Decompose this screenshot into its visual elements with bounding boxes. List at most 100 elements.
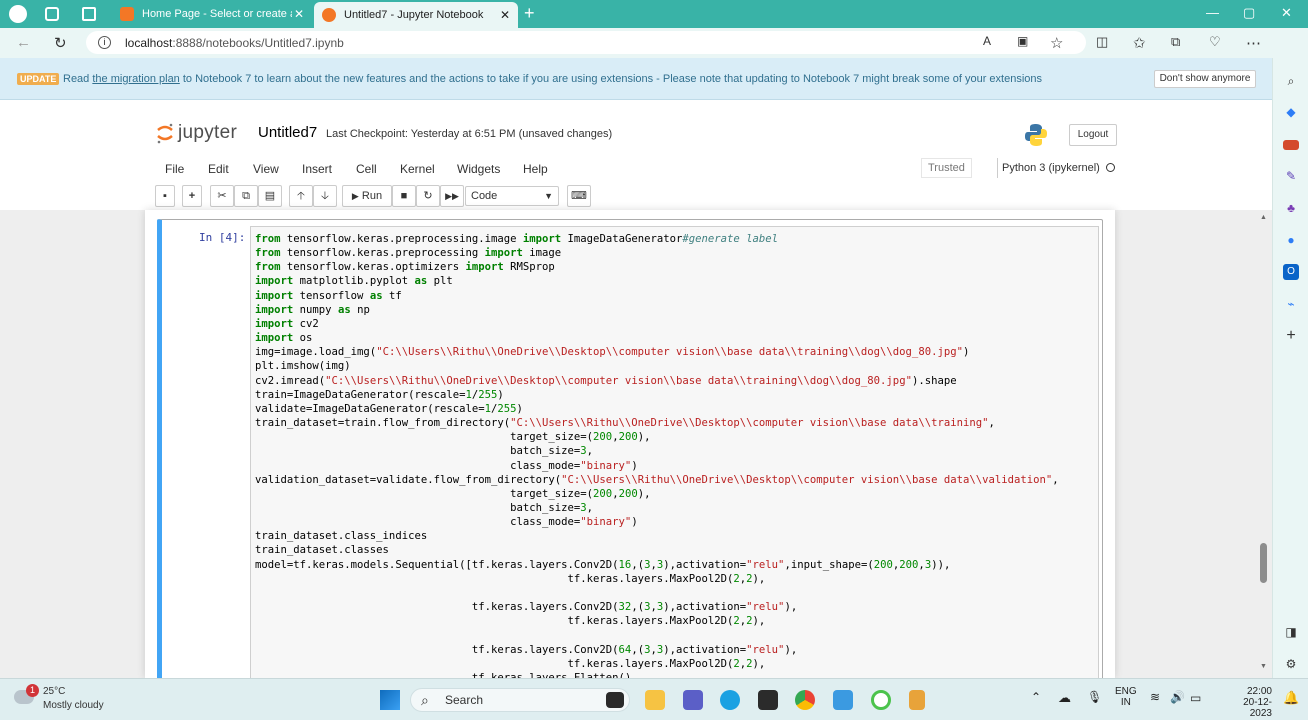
favorite-star-icon[interactable]: ☆	[1050, 34, 1063, 52]
more-icon[interactable]: ⋯	[1246, 34, 1261, 52]
volume-icon[interactable]: 🔊	[1170, 690, 1185, 704]
scrollbar-thumb[interactable]	[1260, 543, 1267, 583]
jupyter-logo[interactable]: jupyter	[156, 122, 237, 144]
info-icon[interactable]: i	[98, 36, 111, 49]
settings-gear-icon[interactable]: ⚙	[1283, 656, 1299, 672]
maximize-icon[interactable]: ▢	[1243, 5, 1255, 21]
taskbar-search[interactable]: ⌕ Search	[410, 688, 630, 712]
scroll-up-icon[interactable]: ▲	[1260, 214, 1267, 221]
search-icon: ⌕	[421, 692, 429, 708]
url-field[interactable]: i localhost:8888/notebooks/Untitled7.ipy…	[86, 31, 1086, 54]
interrupt-button[interactable]: ■	[392, 185, 416, 207]
new-tab-icon[interactable]: +	[524, 3, 535, 24]
restart-button[interactable]: ↻	[416, 185, 440, 207]
arrow-down-icon: 🡣	[321, 190, 329, 202]
cell-type-select[interactable]: Code ▼	[465, 186, 559, 206]
insert-cell-button[interactable]: +	[182, 185, 202, 207]
close-tab-icon[interactable]: ✕	[294, 7, 304, 21]
banner-message: Read the migration plan to Notebook 7 to…	[63, 73, 1042, 85]
wifi-icon[interactable]: ≋	[1150, 690, 1160, 704]
tray-overflow-icon[interactable]: ⌃	[1031, 690, 1041, 704]
tab-actions-icon[interactable]	[82, 7, 96, 21]
collections-icon[interactable]: ⧉	[1171, 34, 1180, 50]
menu-cell[interactable]: Cell	[356, 162, 377, 176]
task-view-icon[interactable]	[606, 692, 624, 708]
minimize-icon[interactable]: —	[1206, 5, 1219, 20]
battery-icon[interactable]: ▭	[1190, 691, 1201, 705]
page-scrollbar[interactable]: ▲ ▼	[1257, 212, 1269, 676]
clock[interactable]: 22:00 20-12-2023	[1222, 686, 1272, 719]
hide-sidebar-icon[interactable]: ◨	[1283, 624, 1299, 640]
language-indicator[interactable]: ENG IN	[1115, 686, 1137, 708]
jupyter-logo-text: jupyter	[178, 122, 238, 143]
drop-icon[interactable]: ⌁	[1283, 296, 1299, 312]
paste-icon: ▤	[264, 190, 276, 202]
browser-tab-bar: Home Page - Select or create a n ✕ Untit…	[0, 0, 1308, 28]
code-text[interactable]: from tensorflow.keras.preprocessing.imag…	[255, 232, 1059, 685]
move-down-button[interactable]: 🡣	[313, 185, 337, 207]
menu-insert[interactable]: Insert	[302, 162, 332, 176]
copy-button[interactable]: ⧉	[234, 185, 258, 207]
stop-icon: ■	[400, 190, 408, 202]
teams-icon[interactable]	[683, 690, 703, 710]
app-tool-icon[interactable]	[909, 690, 925, 710]
paste-button[interactable]: ▤	[258, 185, 282, 207]
microsoft-365-icon[interactable]: ●	[1283, 232, 1299, 248]
favorites-icon[interactable]: ✩	[1133, 34, 1146, 52]
close-tab-icon[interactable]: ✕	[500, 8, 510, 22]
microphone-icon[interactable]: 🎙	[1087, 690, 1102, 704]
run-button[interactable]: ▶ Run	[342, 185, 392, 207]
restart-run-all-button[interactable]: ▶▶	[440, 185, 464, 207]
outlook-icon[interactable]: O	[1283, 264, 1299, 280]
split-screen-icon[interactable]: ◫	[1096, 34, 1108, 50]
tools-icon[interactable]: ✎	[1283, 168, 1299, 184]
app-available-icon[interactable]: ▣	[1017, 34, 1028, 48]
search-icon[interactable]: ⌕	[1283, 73, 1299, 89]
menu-kernel[interactable]: Kernel	[400, 162, 435, 176]
scroll-down-icon[interactable]: ▼	[1260, 663, 1267, 670]
chrome-icon[interactable]	[795, 690, 815, 710]
notifications-icon[interactable]: 🔔	[1283, 690, 1299, 706]
menu-help[interactable]: Help	[523, 162, 548, 176]
file-explorer-icon[interactable]	[645, 690, 665, 710]
command-palette-button[interactable]: ⌨	[567, 185, 591, 207]
notebook-toolbar: ▪ + ✂ ⧉ ▤ 🡡 🡣 ▶ Run ■ ↻ ▶▶ ⌨	[155, 184, 1125, 208]
cell-prompt: In [4]:	[199, 231, 246, 244]
shopping-icon[interactable]	[1283, 140, 1299, 150]
menu-file[interactable]: File	[165, 162, 184, 176]
kernel-name[interactable]: Python 3 (ipykernel)	[1002, 162, 1100, 174]
kernel-indicator: Python 3 (ipykernel)	[997, 158, 1123, 178]
profile-icon[interactable]	[9, 5, 27, 23]
workspaces-icon[interactable]	[45, 7, 59, 21]
save-button[interactable]: ▪	[155, 185, 175, 207]
close-window-icon[interactable]: ✕	[1281, 5, 1292, 21]
notebook-name[interactable]: Untitled7	[258, 124, 317, 141]
jupyter-tab-icon	[322, 8, 336, 22]
copilot-sidebar-icon[interactable]: ◆	[1283, 104, 1299, 120]
edge-icon[interactable]	[720, 690, 740, 710]
onedrive-icon[interactable]: ☁	[1058, 690, 1071, 706]
move-up-button[interactable]: 🡡	[289, 185, 313, 207]
menu-edit[interactable]: Edit	[208, 162, 229, 176]
read-aloud-icon[interactable]: A	[983, 34, 991, 48]
dont-show-anymore-button[interactable]: Don't show anymore	[1154, 70, 1256, 88]
trusted-indicator[interactable]: Trusted	[921, 158, 972, 178]
logout-button[interactable]: Logout	[1069, 124, 1117, 146]
store-icon[interactable]	[758, 690, 778, 710]
back-icon[interactable]: ←	[16, 34, 31, 51]
menu-view[interactable]: View	[253, 162, 279, 176]
cut-button[interactable]: ✂	[210, 185, 234, 207]
migration-plan-link[interactable]: the migration plan	[92, 73, 179, 85]
paint-icon[interactable]	[833, 690, 853, 710]
extensions-icon[interactable]: ♡	[1209, 34, 1221, 50]
menu-widgets[interactable]: Widgets	[457, 162, 500, 176]
add-sidebar-icon[interactable]: +	[1283, 328, 1299, 344]
games-icon[interactable]: ♣	[1283, 200, 1299, 216]
code-editor[interactable]: from tensorflow.keras.preprocessing.imag…	[250, 226, 1099, 686]
start-icon[interactable]	[380, 690, 400, 710]
app-green-icon[interactable]	[871, 690, 891, 710]
tab-untitled7[interactable]: Untitled7 - Jupyter Notebook ✕	[314, 2, 518, 28]
refresh-icon[interactable]: ↻	[54, 34, 67, 52]
arrow-up-icon: 🡡	[297, 190, 305, 202]
tab-home-page[interactable]: Home Page - Select or create a n ✕	[112, 2, 312, 26]
